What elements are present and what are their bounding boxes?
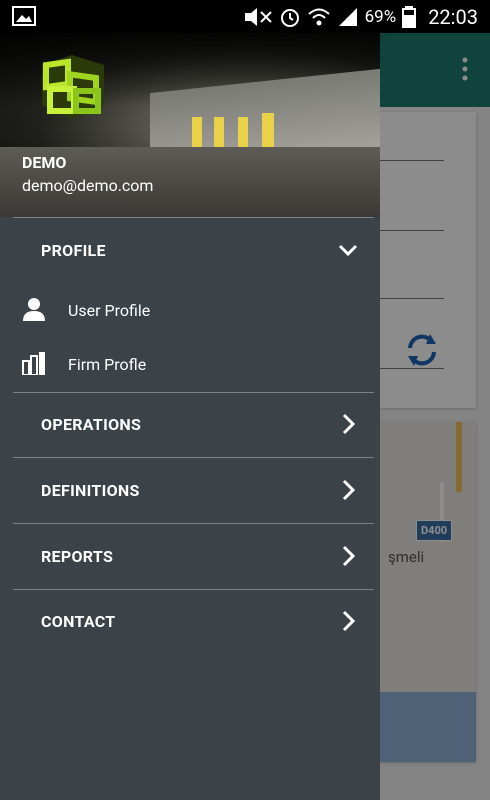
section-label: PROFILE xyxy=(41,241,106,260)
section-label: OPERATIONS xyxy=(41,415,142,434)
item-label: Firm Profle xyxy=(68,355,147,374)
section-label: DEFINITIONS xyxy=(41,481,140,500)
user-email: demo@demo.com xyxy=(22,176,154,195)
user-name: DEMO xyxy=(22,153,67,172)
navigation-drawer: DEMO demo@demo.com PROFILE User Profile … xyxy=(0,33,380,800)
item-label: User Profile xyxy=(68,301,151,320)
battery-icon xyxy=(402,5,417,28)
drawer-section-contact[interactable]: CONTACT xyxy=(0,590,380,654)
status-bar: 69% 22:03 xyxy=(0,0,490,33)
chevron-down-icon xyxy=(338,244,358,257)
drawer-scrim[interactable] xyxy=(380,33,490,800)
divider xyxy=(13,523,374,524)
section-label: REPORTS xyxy=(41,547,114,566)
drawer-section-definitions[interactable]: DEFINITIONS xyxy=(0,459,380,523)
chevron-right-icon xyxy=(342,413,356,435)
chevron-right-icon xyxy=(342,610,356,632)
divider xyxy=(13,217,374,218)
mute-icon xyxy=(244,7,272,26)
chevron-right-icon xyxy=(342,545,356,567)
drawer-section-reports[interactable]: REPORTS xyxy=(0,525,380,589)
gallery-icon xyxy=(12,6,36,26)
clock: 22:03 xyxy=(428,4,478,29)
divider xyxy=(13,457,374,458)
wifi-icon xyxy=(307,8,330,25)
battery-percent: 69% xyxy=(364,6,397,27)
alarm-icon xyxy=(280,8,299,27)
person-icon xyxy=(23,298,45,321)
drawer-item-user-profile[interactable]: User Profile xyxy=(0,285,380,337)
drawer-section-profile[interactable]: PROFILE xyxy=(0,219,380,283)
drawer-header: DEMO demo@demo.com xyxy=(0,33,380,217)
drawer-section-operations[interactable]: OPERATIONS xyxy=(0,393,380,457)
chevron-right-icon xyxy=(342,479,356,501)
drawer-item-firm-profile[interactable]: Firm Profle xyxy=(0,339,380,391)
building-icon xyxy=(22,352,45,375)
section-label: CONTACT xyxy=(41,612,116,631)
signal-icon xyxy=(338,7,357,26)
app-logo xyxy=(42,55,104,119)
